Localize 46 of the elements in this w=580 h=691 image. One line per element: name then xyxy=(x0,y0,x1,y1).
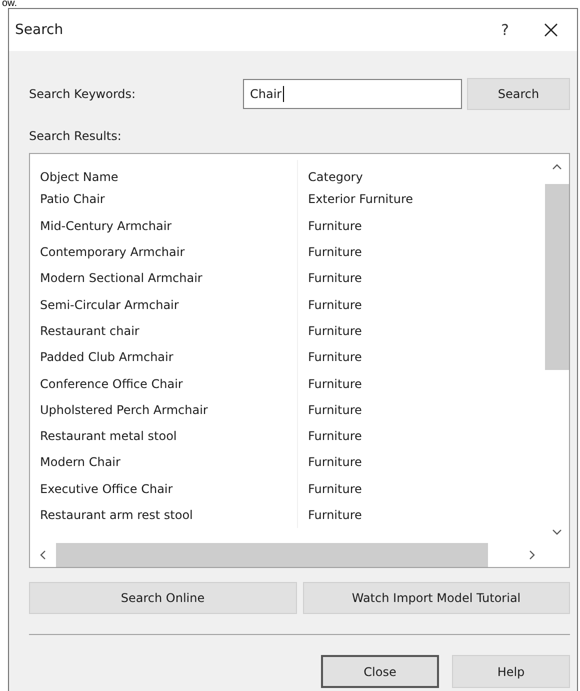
table-cell[interactable]: Furniture xyxy=(298,265,545,292)
help-button[interactable]: ? xyxy=(485,15,525,45)
scroll-right-icon[interactable] xyxy=(529,550,535,560)
keywords-label: Search Keywords: xyxy=(29,87,137,101)
table-cell[interactable]: Furniture xyxy=(298,238,545,266)
search-button[interactable]: Search xyxy=(467,78,570,110)
results-label: Search Results: xyxy=(29,129,122,145)
keywords-field[interactable]: Chair xyxy=(243,79,462,109)
scroll-left-icon[interactable] xyxy=(40,550,46,560)
field-value: Chair xyxy=(250,87,282,101)
table-cell[interactable]: Padded Club Armchair xyxy=(30,344,298,370)
table-cell[interactable]: Modern Chair xyxy=(30,449,298,476)
table-cell[interactable]: Furniture xyxy=(298,449,545,476)
scroll-up-icon[interactable] xyxy=(552,164,562,170)
table-cell[interactable]: Restaurant arm rest stool xyxy=(30,502,298,528)
table-cell[interactable]: Executive Office Chair xyxy=(30,476,298,502)
table-cell[interactable]: Contemporary Armchair xyxy=(30,238,298,266)
table-cell[interactable]: Semi-Circular Armchair xyxy=(30,291,298,318)
scroll-thumb[interactable] xyxy=(56,543,488,567)
table-cell[interactable]: Modern Sectional Armchair xyxy=(30,265,298,292)
close-icon xyxy=(544,23,558,37)
table-cell[interactable]: Furniture xyxy=(298,396,545,423)
table-cell[interactable]: Furniture xyxy=(298,291,545,318)
table-cell[interactable]: Patio Chair xyxy=(30,186,298,213)
window-title: Search xyxy=(15,22,64,38)
table-cell[interactable]: Furniture xyxy=(298,212,545,239)
table-cell[interactable]: Conference Office Chair xyxy=(30,370,298,397)
table-cell[interactable]: Upholstered Perch Armchair xyxy=(30,396,298,423)
table-cell[interactable]: Furniture xyxy=(298,344,545,370)
scroll-thumb[interactable] xyxy=(545,184,569,370)
table-cell[interactable]: Furniture xyxy=(298,476,545,502)
action-button[interactable]: Search Online xyxy=(29,582,296,614)
action-button[interactable]: Watch Import Model Tutorial xyxy=(302,582,570,614)
table-cell[interactable]: Restaurant metal stool xyxy=(30,422,298,450)
table-cell[interactable]: Furniture xyxy=(298,422,545,450)
table-cell[interactable]: Furniture xyxy=(298,318,545,344)
caption-text: ow. xyxy=(1,0,18,8)
column-header[interactable]: Object Name xyxy=(30,160,298,194)
dialog-button[interactable]: Close xyxy=(321,655,439,688)
table-cell[interactable]: Restaurant chair xyxy=(30,318,298,344)
table-cell[interactable]: Furniture xyxy=(298,502,545,528)
dialog-button[interactable]: Help xyxy=(452,655,570,688)
text-caret xyxy=(282,86,284,102)
table-cell[interactable]: Mid-Century Armchair xyxy=(30,212,298,239)
table-cell[interactable]: Furniture xyxy=(298,370,545,397)
scroll-down-icon[interactable] xyxy=(552,529,562,535)
